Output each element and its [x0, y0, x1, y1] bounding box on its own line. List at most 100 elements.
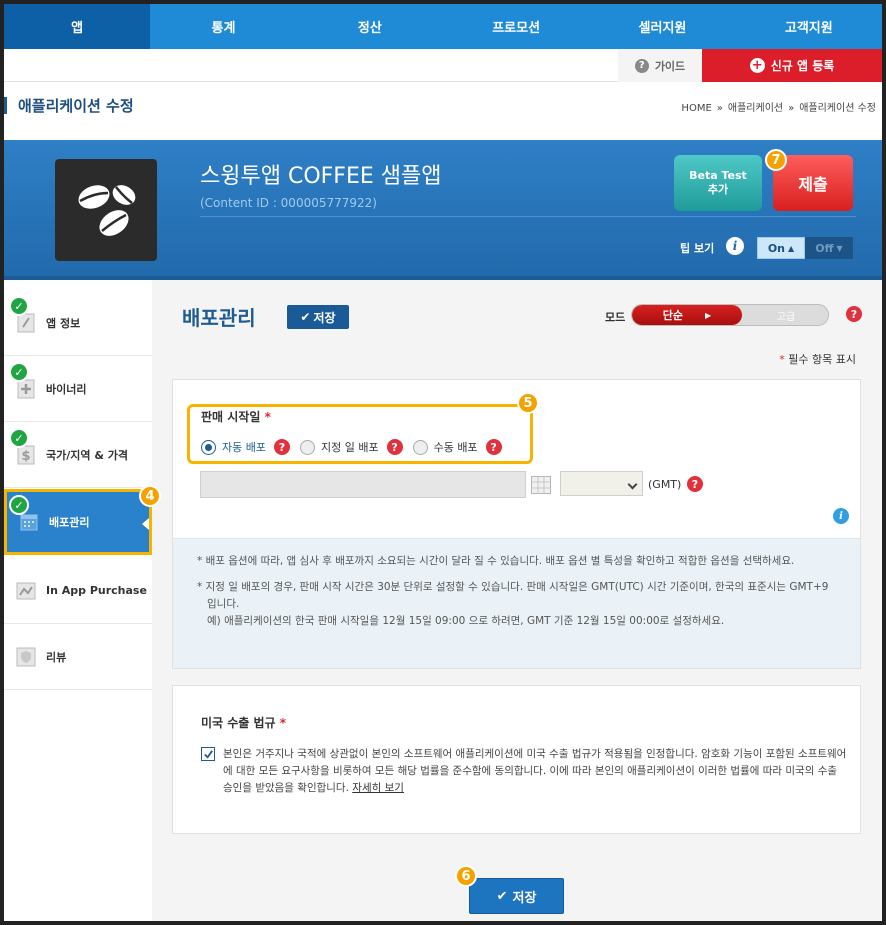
notes-panel: * 배포 옵션에 따라, 앱 심사 후 배포까지 소요되는 시간이 달라 질 수… [173, 538, 860, 668]
sidebar-item-distribution[interactable]: ✓ 배포관리 [4, 489, 152, 555]
step-badge-4: 4 [139, 485, 161, 507]
svg-text:$: $ [21, 449, 30, 464]
sidebar-item-label: 앱 정보 [46, 316, 81, 330]
required-note-text: 필수 항목 표시 [788, 353, 856, 366]
content-id: (Content ID : 000005777922) [200, 196, 377, 210]
save-button-top[interactable]: ✔ 저장 [287, 305, 349, 329]
notes-list: * 배포 옵션에 따라, 앱 심사 후 배포까지 소요되는 시간이 달라 질 수… [197, 553, 837, 639]
required-star: * [264, 410, 271, 424]
sidebar-item-label: 바이너리 [46, 382, 87, 396]
sale-start-label-text: 판매 시작일 [201, 410, 261, 424]
check-icon: ✓ [9, 296, 29, 316]
sidebar-item-review[interactable]: 리뷰 [4, 624, 152, 690]
step-badge-5: 5 [517, 392, 539, 414]
sidebar-item-label: 국가/지역 & 가격 [46, 448, 128, 462]
check-icon: ✔ [496, 888, 508, 904]
question-icon[interactable]: ? [846, 306, 862, 322]
sidebar-item-app-info[interactable]: ✓ 앱 정보 [4, 290, 152, 356]
beta-line1: Beta Test [689, 169, 747, 182]
breadcrumb: HOME » 애플리케이션 » 애플리케이션 수정 [681, 99, 876, 114]
sidebar-item-label: In App Purchase [46, 584, 147, 597]
question-icon: ? [634, 58, 649, 73]
save-button-bottom[interactable]: ✔ 저장 [469, 878, 564, 914]
nav-app[interactable]: 앱 [4, 4, 151, 49]
banner-divider [200, 216, 856, 217]
section-title: 배포관리 [182, 306, 256, 330]
gmt-label: (GMT) [648, 478, 682, 491]
main-content: 배포관리 ✔ 저장 모드 단순 ▶ 고급 ? * 필수 항목 표시 판매 시작일… [152, 280, 882, 921]
breadcrumb-separator: » [788, 103, 795, 114]
save-bottom-label: 저장 [512, 890, 537, 906]
breadcrumb-applications[interactable]: 애플리케이션 [728, 103, 783, 114]
sale-start-card: 판매 시작일 * 자동 배포 ? 지정 일 배포 ? 수동 배포 ? (GMT) [172, 379, 861, 669]
beta-line2: 추가 [707, 183, 729, 196]
calendar-icon[interactable] [531, 476, 551, 494]
question-icon[interactable]: ? [386, 439, 403, 455]
detail-link[interactable]: 자세히 보기 [352, 782, 404, 794]
info-icon[interactable]: i [726, 237, 744, 255]
question-icon[interactable]: ? [485, 439, 502, 455]
breadcrumb-current: 애플리케이션 수정 [799, 103, 876, 114]
distribution-options: 자동 배포 ? 지정 일 배포 ? 수동 배포 ? [201, 439, 502, 455]
export-law-card: 미국 수출 법규 * 본인은 거주지나 국적에 상관없이 본인의 소프트웨어 애… [172, 685, 861, 834]
guide-button[interactable]: ? 가이드 [618, 49, 702, 82]
tip-off-toggle[interactable]: Off ▼ [805, 237, 853, 259]
radio-manual-label[interactable]: 수동 배포 [434, 439, 478, 455]
save-label: 저장 [313, 310, 336, 325]
page-title: 애플리케이션 수정 [18, 97, 134, 115]
nav-seller-support[interactable]: 셀러지원 [589, 4, 735, 49]
nav-customer-support[interactable]: 고객지원 [736, 4, 882, 49]
mode-advanced-option[interactable]: 고급 [742, 305, 828, 325]
radio-scheduled[interactable] [299, 439, 315, 455]
note-item: 예) 애플리케이션의 한국 판매 시작일을 12월 15일 09:00 으로 하… [207, 615, 725, 627]
radio-scheduled-label[interactable]: 지정 일 배포 [321, 439, 379, 455]
sidebar: ✓ 앱 정보 ✓ 바이너리 ✓ $ 국가/지역 & 가격 ✓ 배포관리 In A… [4, 290, 152, 690]
check-icon [203, 749, 213, 759]
util-bar: ? 가이드 + 신규 앱 등록 [4, 49, 882, 82]
coffee-beans-icon [78, 185, 136, 236]
check-icon: ✔ [300, 310, 311, 324]
mode-label: 모드 [605, 311, 626, 324]
new-app-button[interactable]: + 신규 앱 등록 [702, 49, 882, 82]
nav-settlement[interactable]: 정산 [297, 4, 443, 49]
sidebar-item-in-app-purchase[interactable]: In App Purchase [4, 558, 152, 624]
nav-stats[interactable]: 통계 [150, 4, 296, 49]
note-item: * 배포 옵션에 따라, 앱 심사 후 배포까지 소요되는 시간이 달라 질 수… [197, 555, 795, 567]
title-row: 애플리케이션 수정 HOME » 애플리케이션 » 애플리케이션 수정 [4, 82, 882, 140]
note-item: * 지정 일 배포의 경우, 판매 시작 시간은 30분 단위로 설정할 수 있… [197, 581, 829, 610]
app-name: 스윙투앱 COFFEE 샘플앱 [200, 164, 442, 189]
play-icon: ▶ [705, 310, 712, 320]
info-icon[interactable]: i [833, 508, 849, 524]
mode-switch[interactable]: 단순 ▶ 고급 [631, 304, 829, 326]
radio-auto-label[interactable]: 자동 배포 [222, 439, 266, 455]
check-icon: ✓ [9, 362, 29, 382]
check-icon: ✓ [9, 428, 29, 448]
mode-simple-option[interactable]: 단순 ▶ [632, 305, 742, 325]
caret-up-icon: ▲ [788, 243, 795, 253]
shield-icon [14, 645, 38, 669]
radio-manual[interactable] [412, 439, 428, 455]
title-accent-bar [4, 97, 7, 114]
breadcrumb-home[interactable]: HOME [681, 103, 711, 114]
plus-circle-icon: + [749, 58, 765, 73]
sidebar-item-country-price[interactable]: ✓ $ 국가/지역 & 가격 [4, 422, 152, 488]
tip-on-toggle[interactable]: On ▲ [757, 237, 805, 259]
export-agree-checkbox[interactable] [201, 747, 215, 761]
date-input[interactable] [200, 471, 526, 498]
sidebar-item-label: 배포관리 [49, 516, 90, 529]
radio-auto[interactable] [201, 439, 216, 455]
sale-start-label: 판매 시작일 * [201, 408, 271, 425]
check-icon: ✓ [9, 495, 29, 515]
required-star: * [279, 716, 287, 730]
beta-test-add-button[interactable]: Beta Test 추가 [674, 155, 762, 211]
export-law-title-text: 미국 수출 법규 [201, 716, 276, 730]
export-agree-body: 본인은 거주지나 국적에 상관없이 본인의 소프트웨어 애플리케이션에 미국 수… [223, 748, 847, 794]
question-icon[interactable]: ? [687, 476, 703, 492]
active-pointer-icon [142, 518, 149, 530]
time-select[interactable] [560, 471, 643, 496]
question-icon[interactable]: ? [273, 439, 290, 455]
tip-on-label: On [767, 241, 786, 255]
nav-promotion[interactable]: 프로모션 [443, 4, 589, 49]
guide-label: 가이드 [654, 59, 686, 73]
sidebar-item-binary[interactable]: ✓ 바이너리 [4, 356, 152, 422]
